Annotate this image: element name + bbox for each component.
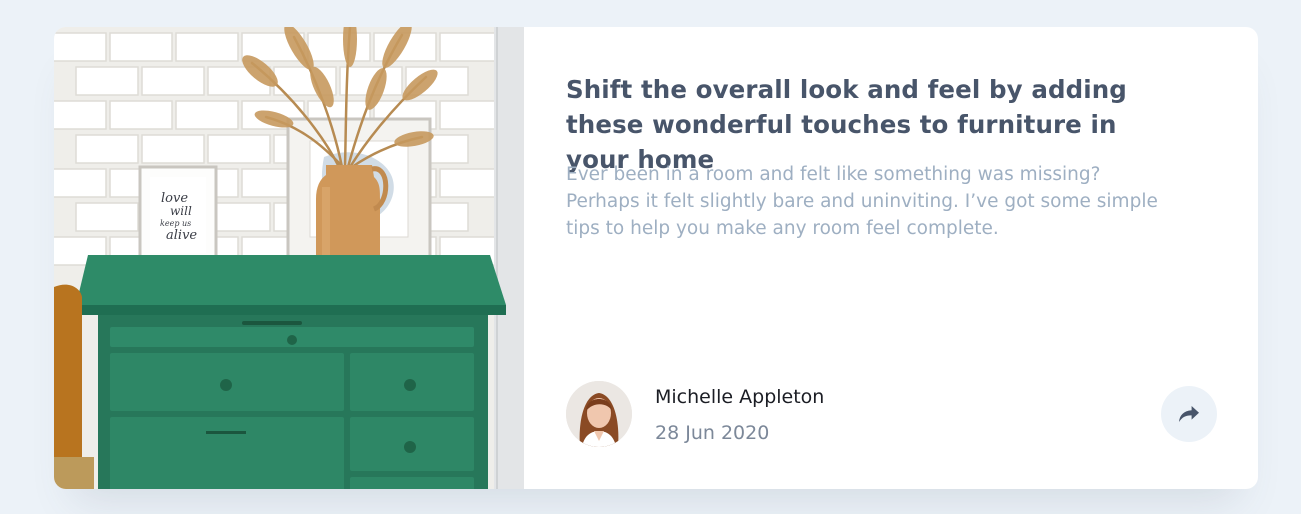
share-button[interactable] <box>1161 386 1217 442</box>
article-content: Shift the overall look and feel by addin… <box>566 27 1206 489</box>
print-text-4: alive <box>166 228 197 243</box>
print-text-3: keep us <box>160 219 191 228</box>
avatar <box>566 381 632 447</box>
article-description: Ever been in a room and felt like someth… <box>566 164 1158 239</box>
author-name: Michelle Appleton <box>655 386 825 408</box>
print-text-2: will <box>170 204 192 218</box>
share-icon <box>1179 406 1199 422</box>
publish-date: 28 Jun 2020 <box>655 422 770 444</box>
author-info: Michelle Appleton 28 Jun 2020 <box>566 380 1206 448</box>
article-card: love will keep us alive Shift the overal… <box>54 27 1258 489</box>
article-image: love will keep us alive <box>54 27 524 489</box>
